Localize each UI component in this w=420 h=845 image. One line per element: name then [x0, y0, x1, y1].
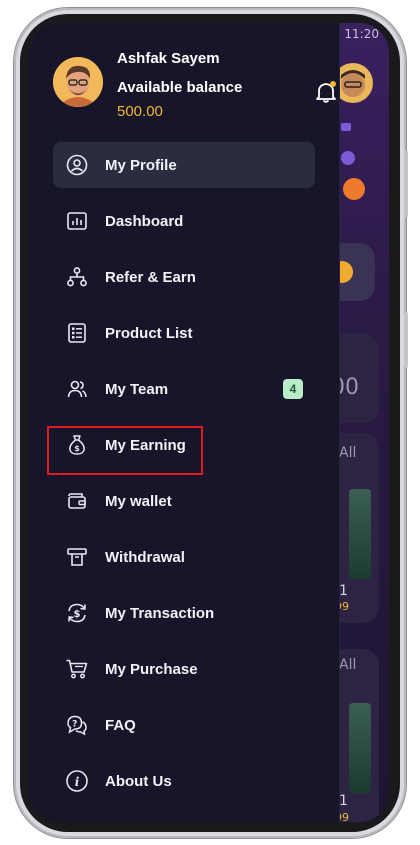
menu-item-product-list[interactable]: Product List: [53, 310, 315, 356]
bell-icon[interactable]: [313, 79, 339, 105]
balance-value: 500.00: [117, 103, 163, 120]
menu-label: My Transaction: [105, 604, 215, 622]
power-button: [404, 312, 408, 368]
transaction-icon: $: [65, 601, 89, 625]
menu-label: My Purchase: [105, 660, 198, 678]
info-icon: i: [65, 769, 89, 793]
bg-product-thumb-1: [349, 489, 371, 579]
menu-item-my-team[interactable]: My Team 4: [53, 366, 315, 412]
money-bag-icon: $: [65, 433, 89, 457]
bg-chip-icon: [341, 123, 351, 131]
screen: 11:20 00 All 1 99 All 1 99 Ashfak Sayem …: [29, 23, 389, 822]
menu-label: My Earning: [105, 436, 186, 454]
team-icon: [65, 377, 89, 401]
wallet-icon: [65, 489, 89, 513]
bg-section-all-1: All: [339, 445, 357, 461]
menu-item-about-us[interactable]: i About Us: [53, 758, 315, 804]
avatar[interactable]: [53, 57, 103, 107]
menu-item-my-earning[interactable]: $ My Earning: [53, 422, 315, 468]
cart-icon: [65, 657, 89, 681]
svg-text:i: i: [75, 775, 80, 789]
menu-item-my-profile[interactable]: My Profile: [53, 142, 315, 188]
menu-label: My Profile: [105, 156, 177, 174]
menu-label: Dashboard: [105, 212, 184, 230]
menu-item-my-wallet[interactable]: My wallet: [53, 478, 315, 524]
balance-label: Available balance: [117, 79, 243, 96]
svg-text:$: $: [74, 609, 81, 620]
drawer-menu: My Profile Dashboard Refer & Earn Produc…: [53, 142, 315, 814]
bg-item-num-2: 1: [339, 793, 348, 809]
menu-label: Product List: [105, 324, 193, 342]
menu-label: FAQ: [105, 716, 136, 734]
bg-at-icon: [341, 151, 355, 165]
menu-label: My wallet: [105, 492, 172, 510]
user-circle-icon: [65, 153, 89, 177]
menu-item-faq[interactable]: ? FAQ: [53, 702, 315, 748]
menu-label: Withdrawal: [105, 548, 185, 566]
menu-item-withdrawal[interactable]: Withdrawal: [53, 534, 315, 580]
withdraw-icon: [65, 545, 89, 569]
svg-text:?: ?: [72, 720, 77, 730]
bg-item-num-1: 1: [339, 583, 348, 599]
svg-text:$: $: [74, 444, 80, 453]
navigation-drawer: Ashfak Sayem Available balance 500.00 My…: [29, 23, 340, 822]
checklist-icon: [65, 321, 89, 345]
bg-share-icon: [343, 178, 365, 200]
menu-item-dashboard[interactable]: Dashboard: [53, 198, 315, 244]
menu-item-refer-earn[interactable]: Refer & Earn: [53, 254, 315, 300]
bg-section-all-2: All: [339, 657, 357, 673]
network-icon: [65, 265, 89, 289]
menu-item-my-purchase[interactable]: My Purchase: [53, 646, 315, 692]
menu-label: About Us: [105, 772, 172, 790]
team-count-badge: 4: [283, 379, 303, 399]
menu-label: Refer & Earn: [105, 268, 196, 286]
volume-button: [404, 150, 408, 218]
menu-item-my-transaction[interactable]: $ My Transaction: [53, 590, 315, 636]
status-time: 11:20: [344, 27, 379, 41]
faq-icon: ?: [65, 713, 89, 737]
chart-icon: [65, 209, 89, 233]
user-name: Ashfak Sayem: [117, 50, 220, 67]
bg-product-thumb-2: [349, 703, 371, 793]
menu-label: My Team: [105, 380, 169, 398]
avatar-illustration-icon: [53, 57, 103, 107]
